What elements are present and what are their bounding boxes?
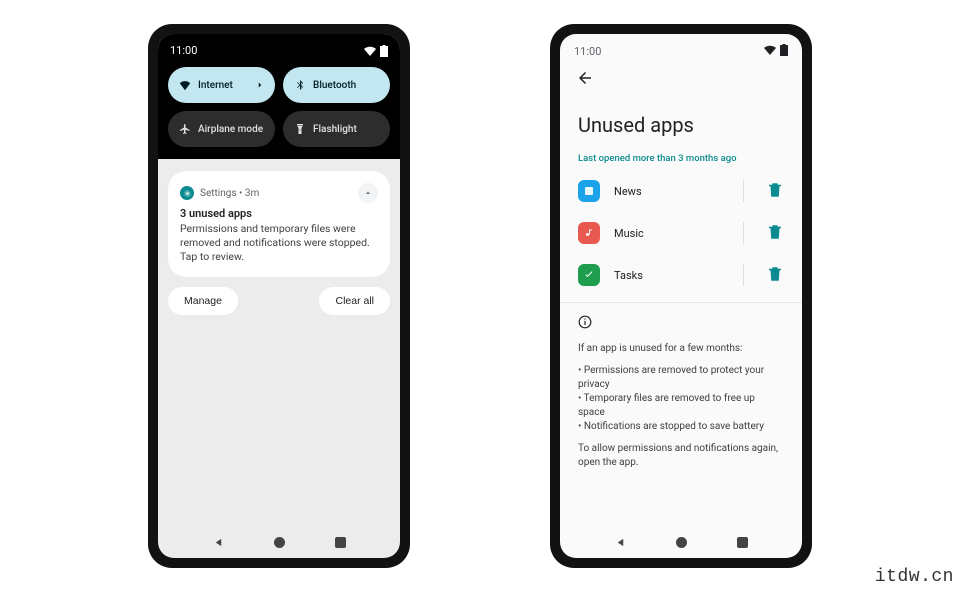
nav-recent[interactable] <box>737 537 748 548</box>
delete-button[interactable] <box>766 265 784 286</box>
tasks-app-icon <box>578 264 600 286</box>
notification-header: Settings • 3m <box>180 183 378 203</box>
nav-home[interactable] <box>676 537 687 548</box>
clear-all-button[interactable]: Clear all <box>319 287 390 315</box>
notification-title: 3 unused apps <box>180 207 378 220</box>
app-name: News <box>614 185 729 198</box>
phone-unused-apps: 11:00 Unused apps Last opened more than … <box>550 24 812 568</box>
info-bullet: Temporary files are removed to free up s… <box>578 392 784 420</box>
notification-card[interactable]: Settings • 3m 3 unused apps Permissions … <box>168 171 390 277</box>
page-title: Unused apps <box>560 89 802 147</box>
qs-tile-airplane[interactable]: Airplane mode <box>168 111 275 147</box>
divider <box>743 222 744 244</box>
notification-app-label: Settings • 3m <box>200 188 259 199</box>
screen: 11:00 Unused apps Last opened more than … <box>560 34 802 558</box>
qs-label: Internet <box>198 80 233 91</box>
flashlight-icon <box>293 122 307 136</box>
notifications-area: Settings • 3m 3 unused apps Permissions … <box>158 159 400 526</box>
status-bar: 11:00 <box>168 44 390 63</box>
watermark: itdw.cn <box>875 567 954 587</box>
qs-label: Flashlight <box>313 124 357 135</box>
qs-tile-bluetooth[interactable]: Bluetooth <box>283 67 390 103</box>
quick-settings-grid: Internet Bluetooth Airplane <box>168 67 390 147</box>
clock: 11:00 <box>170 44 197 57</box>
delete-button[interactable] <box>766 223 784 244</box>
app-name: Tasks <box>614 269 729 282</box>
status-bar: 11:00 <box>560 34 802 63</box>
app-list: News Music Tasks <box>560 170 802 296</box>
toolbar <box>560 63 802 89</box>
battery-icon <box>380 45 388 57</box>
qs-label: Airplane mode <box>198 124 263 135</box>
qs-tile-flashlight[interactable]: Flashlight <box>283 111 390 147</box>
back-button[interactable] <box>574 67 596 89</box>
info-outro: To allow permissions and notifications a… <box>578 442 784 470</box>
app-row-news[interactable]: News <box>578 170 784 212</box>
info-icon <box>578 315 784 342</box>
nav-home[interactable] <box>274 537 285 548</box>
section-label: Last opened more than 3 months ago <box>560 147 802 170</box>
app-row-music[interactable]: Music <box>578 212 784 254</box>
notification-actions: Manage Clear all <box>168 287 390 315</box>
info-block: If an app is unused for a few months: Pe… <box>560 302 802 490</box>
collapse-button[interactable] <box>358 183 378 203</box>
info-bullet: Permissions are removed to protect your … <box>578 364 784 392</box>
nav-back[interactable] <box>213 533 224 552</box>
nav-recent[interactable] <box>335 537 346 548</box>
quick-settings-panel: 11:00 Internet <box>158 34 400 159</box>
news-app-icon <box>578 180 600 202</box>
battery-icon <box>780 44 788 59</box>
wifi-icon <box>178 78 192 92</box>
phone-notification-shade: 11:00 Internet <box>148 24 410 568</box>
airplane-icon <box>178 122 192 136</box>
chevron-right-icon <box>255 80 265 90</box>
music-app-icon <box>578 222 600 244</box>
settings-icon <box>180 186 194 200</box>
bluetooth-icon <box>293 78 307 92</box>
wifi-icon <box>764 45 776 58</box>
nav-back[interactable] <box>615 533 626 552</box>
nav-bar <box>560 526 802 558</box>
app-row-tasks[interactable]: Tasks <box>578 254 784 296</box>
notification-body: Permissions and temporary files were rem… <box>180 222 378 265</box>
delete-button[interactable] <box>766 181 784 202</box>
manage-button[interactable]: Manage <box>168 287 238 315</box>
info-intro: If an app is unused for a few months: <box>578 342 784 356</box>
qs-tile-internet[interactable]: Internet <box>168 67 275 103</box>
nav-bar <box>158 526 400 558</box>
wifi-icon <box>364 46 376 56</box>
divider <box>743 264 744 286</box>
info-bullet: Notifications are stopped to save batter… <box>578 420 784 434</box>
qs-label: Bluetooth <box>313 80 356 91</box>
divider <box>743 180 744 202</box>
app-name: Music <box>614 227 729 240</box>
screen: 11:00 Internet <box>158 34 400 558</box>
clock: 11:00 <box>574 45 601 58</box>
